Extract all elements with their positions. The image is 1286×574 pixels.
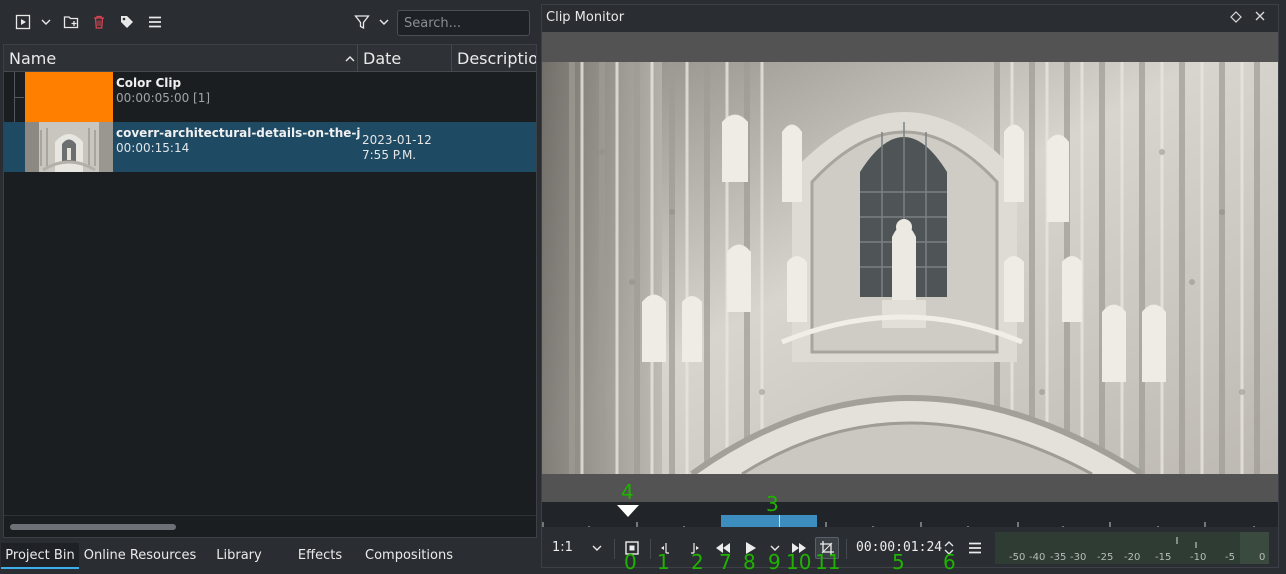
zoom-level[interactable]: 1:1 (552, 540, 573, 555)
clip-date: 2023-01-12 7:55 P.M. (362, 133, 432, 163)
add-clip-icon (15, 14, 31, 30)
clip-row[interactable]: Color Clip 00:00:05:00 [1] (4, 72, 536, 122)
meter-label: -30 (1070, 552, 1087, 563)
clip-date-day: 2023-01-12 (362, 133, 432, 147)
playhead-marker-icon[interactable] (617, 505, 639, 517)
overlay-marker: 7 (719, 550, 732, 574)
column-label: Date (363, 49, 402, 68)
add-clip-button[interactable] (12, 8, 34, 36)
add-clip-menu-button[interactable] (38, 8, 54, 36)
meter-label: -50 (1009, 552, 1026, 563)
clip-name: coverr-architectural-details-on-the-jero… (116, 126, 361, 140)
bin-tree-view: Name Date Description Color Clip 00:00:0… (3, 44, 537, 538)
overlay-marker: 10 (786, 550, 812, 574)
meter-label: -25 (1097, 552, 1114, 563)
filter-button[interactable] (352, 8, 372, 36)
overlay-marker: 8 (743, 550, 756, 574)
tab-library[interactable]: Library (206, 543, 272, 569)
filter-icon (354, 15, 370, 30)
column-label: Description (457, 49, 536, 68)
hamburger-menu-icon (969, 542, 981, 554)
tag-icon (121, 16, 133, 28)
tab-project-bin[interactable]: Project Bin (1, 543, 79, 569)
column-header-date[interactable]: Date (358, 45, 452, 72)
chevron-up-icon (944, 541, 954, 547)
tag-button[interactable] (116, 8, 138, 36)
monitor-menu-button[interactable] (964, 537, 986, 559)
clip-thumbnail (25, 72, 113, 122)
column-header: Name Date Description (4, 45, 536, 72)
clip-name: Color Clip (116, 76, 182, 90)
clip-thumbnail (25, 122, 113, 172)
horizontal-scrollbar[interactable] (4, 515, 536, 537)
chevron-down-icon (41, 19, 51, 25)
zoom-menu-button[interactable] (590, 537, 604, 559)
clip-row[interactable]: coverr-architectural-details-on-the-jero… (4, 122, 536, 172)
bin-menu-button[interactable] (144, 8, 166, 36)
audio-level-meter: -50 -40 -35 -30 -25 -20 -15 -10 -5 0 (995, 532, 1269, 564)
overlay-marker: 6 (943, 550, 956, 574)
column-label: Name (9, 49, 57, 68)
ruler-ticks (542, 522, 1255, 530)
trash-icon (94, 15, 104, 29)
overlay-marker: 5 (892, 550, 905, 574)
hamburger-menu-icon (149, 16, 161, 28)
scrollbar-handle[interactable] (10, 524, 176, 530)
meter-label: -5 (1225, 552, 1235, 563)
meter-label: -20 (1124, 552, 1141, 563)
toolbar-separator (614, 539, 615, 559)
overlay-marker: 9 (768, 550, 781, 574)
clip-duration: 00:00:05:00 [1] (116, 91, 211, 105)
video-display-area[interactable] (542, 32, 1278, 506)
monitor-toolbar: 1:1 00:00:01:24 -50 -40 -35 -30 -25 -20 … (542, 527, 1278, 567)
meter-label: 0 (1259, 552, 1266, 563)
toolbar-separator (846, 539, 847, 559)
column-header-name[interactable]: Name (4, 45, 358, 72)
clip-duration: 00:00:15:14 (116, 141, 190, 155)
overlay-marker: 11 (815, 550, 841, 574)
project-bin-panel: Name Date Description Color Clip 00:00:0… (0, 0, 540, 574)
chevron-down-icon (592, 545, 602, 551)
chevron-down-icon (379, 19, 389, 25)
create-folder-button[interactable] (60, 8, 82, 36)
tab-effects[interactable]: Effects (288, 543, 352, 569)
timeline-ruler[interactable] (542, 502, 1278, 530)
new-folder-icon (63, 16, 79, 29)
overlay-marker: 3 (766, 492, 779, 516)
float-panel-icon[interactable] (1230, 11, 1242, 23)
clip-monitor-panel: Clip Monitor 1:1 00:00:01:24 -50 -40 -35… (541, 4, 1279, 568)
search-input[interactable] (397, 10, 530, 36)
overlay-marker: 1 (657, 550, 670, 574)
column-header-description[interactable]: Description (452, 45, 536, 72)
overlay-marker: 2 (691, 550, 704, 574)
overlay-marker: 0 (624, 550, 637, 574)
meter-label: -15 (1155, 552, 1172, 563)
dock-tab-bar: Project Bin Online Resources Library Eff… (0, 543, 540, 571)
toolbar-separator (650, 539, 651, 559)
meter-label: -40 (1029, 552, 1046, 563)
overlay-marker: 4 (621, 480, 634, 504)
meter-label: -10 (1190, 552, 1207, 563)
tab-compositions[interactable]: Compositions (362, 543, 456, 569)
filter-menu-button[interactable] (376, 8, 392, 36)
bin-toolbar (4, 4, 536, 40)
close-icon[interactable] (1254, 10, 1266, 22)
tab-online-resources[interactable]: Online Resources (82, 543, 198, 569)
delete-clip-button[interactable] (88, 8, 110, 36)
meter-label: -35 (1050, 552, 1067, 563)
sort-ascending-icon (345, 56, 355, 62)
clip-date-time: 7:55 P.M. (362, 148, 417, 162)
panel-title: Clip Monitor (546, 10, 625, 25)
video-frame (542, 62, 1278, 474)
